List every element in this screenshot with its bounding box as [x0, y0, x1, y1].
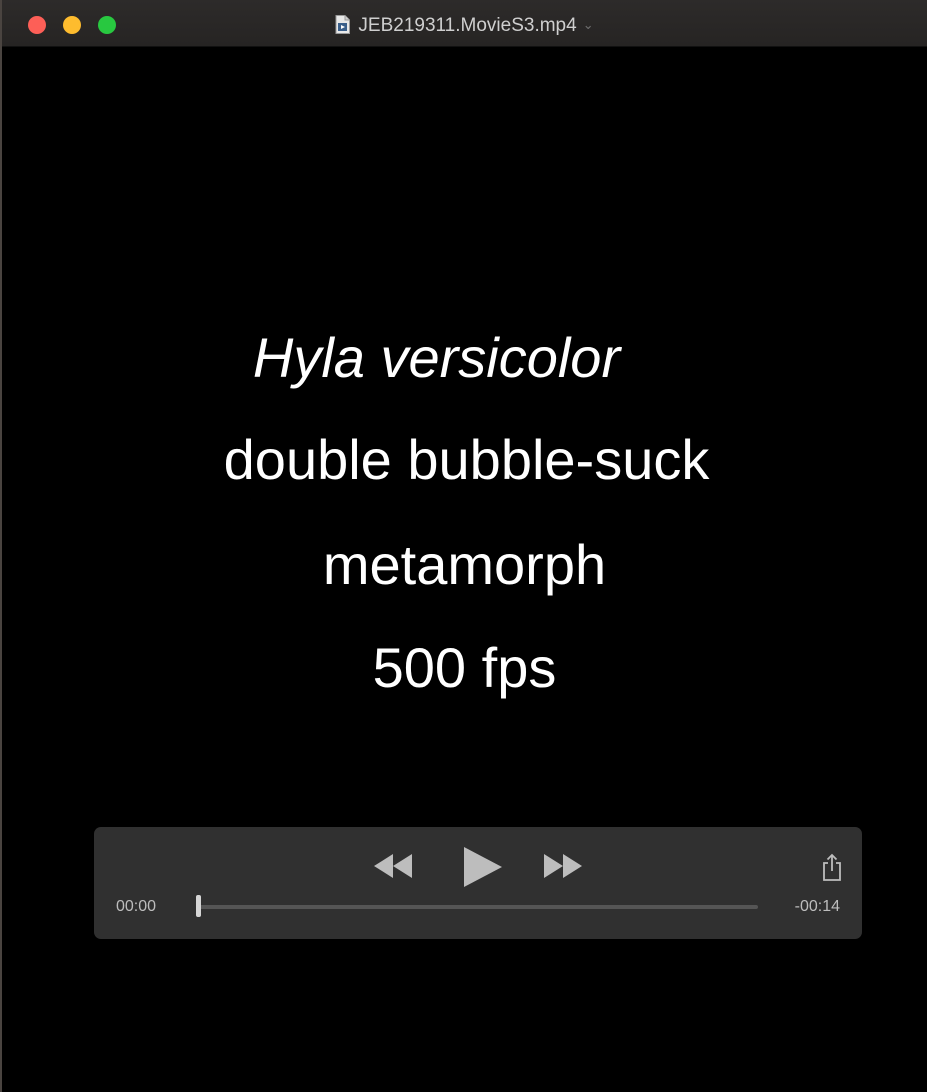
caption-behavior: double bubble-suck — [223, 428, 710, 491]
rewind-icon — [374, 854, 412, 878]
share-button[interactable] — [821, 852, 843, 882]
caption-stage: metamorph — [322, 533, 607, 596]
timeline-scrubber[interactable] — [198, 905, 758, 909]
play-button[interactable] — [462, 846, 504, 888]
fast-forward-icon — [544, 854, 582, 878]
player-window: JEB219311.MovieS3.mp4 ⌄ Hyla versicolor d… — [0, 0, 927, 1092]
window-title: JEB219311.MovieS3.mp4 — [358, 15, 577, 36]
video-area[interactable]: Hyla versicolor double bubble-suck metam… — [2, 47, 927, 1092]
caption-species: Hyla versicolor — [252, 326, 621, 389]
play-icon — [464, 847, 502, 887]
video-file-icon — [335, 15, 351, 34]
playhead-handle[interactable] — [196, 895, 201, 917]
remaining-time: -00:14 — [794, 898, 840, 915]
fast-forward-button[interactable] — [540, 852, 584, 880]
rewind-button[interactable] — [372, 852, 416, 880]
window-title-area[interactable]: JEB219311.MovieS3.mp4 ⌄ — [2, 14, 927, 37]
share-icon — [823, 853, 841, 881]
caption-framerate: 500 fps — [372, 636, 557, 699]
title-bar[interactable]: JEB219311.MovieS3.mp4 ⌄ — [2, 0, 927, 47]
playback-controls: 00:00 -00:14 — [94, 827, 862, 939]
chevron-down-icon[interactable]: ⌄ — [583, 14, 594, 36]
current-time: 00:00 — [116, 898, 157, 915]
